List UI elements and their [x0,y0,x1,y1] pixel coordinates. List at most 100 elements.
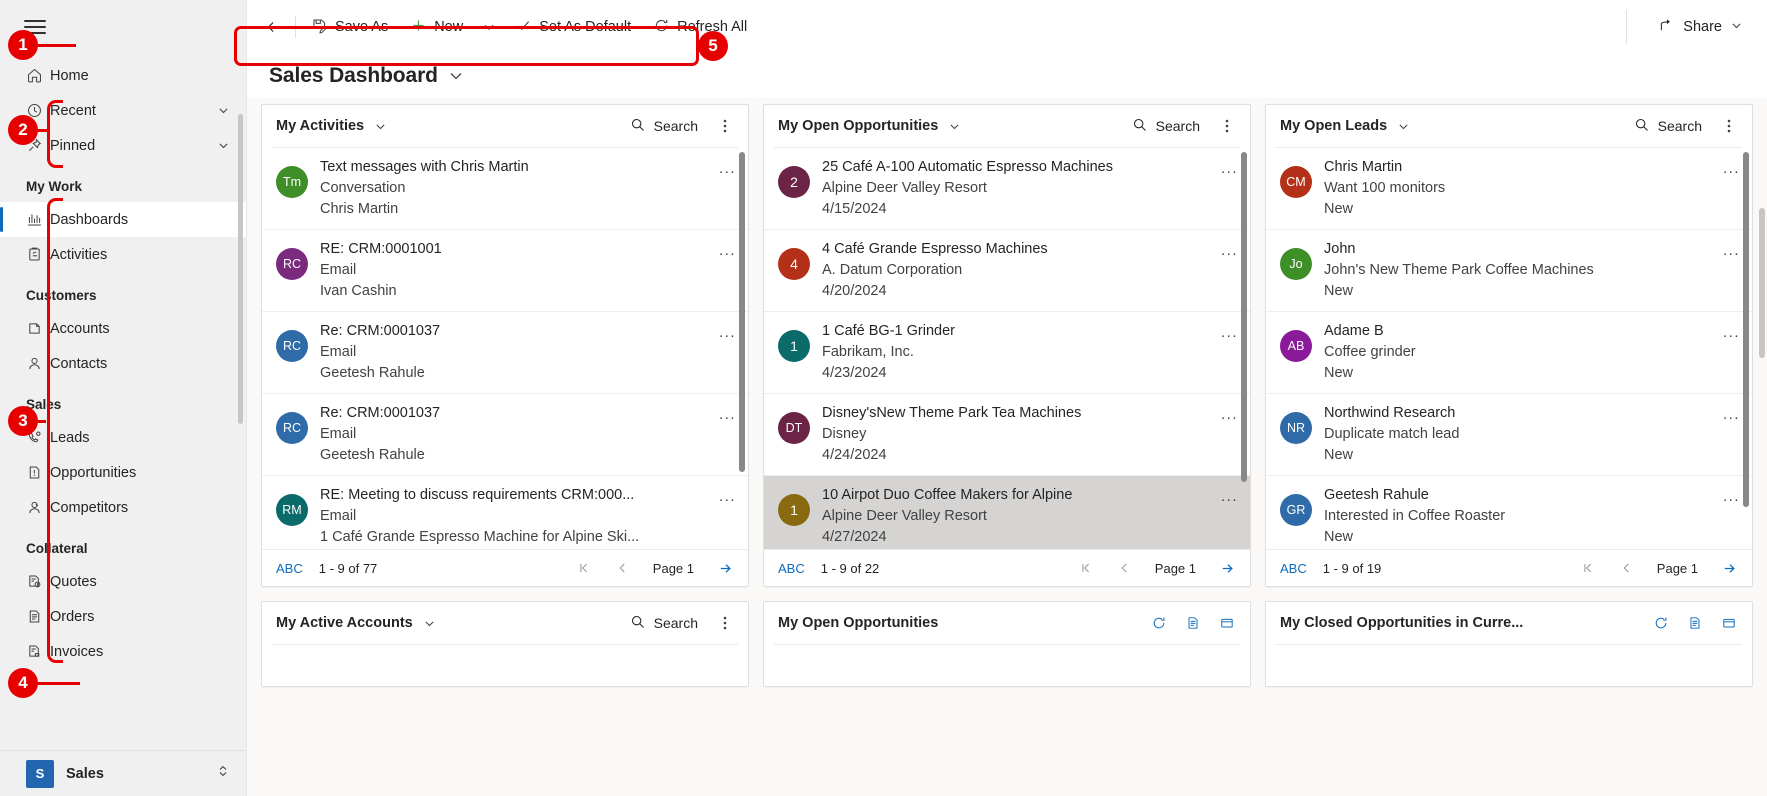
sidebar-item-leads[interactable]: Leads [0,420,246,455]
list-item[interactable]: CM Chris Martin Want 100 monitors New... [1266,148,1752,230]
view-records-icon[interactable] [1180,610,1206,636]
refresh-all-button[interactable]: Refresh All [642,10,758,44]
prev-page-icon[interactable] [1113,557,1135,579]
row-more-icon[interactable]: ... [1221,488,1238,505]
list-item[interactable]: RC Re: CRM:0001037 Email Geetesh Rahule... [262,394,748,476]
prev-page-icon[interactable] [1615,557,1637,579]
row-more-icon[interactable]: ... [719,406,736,423]
canvas-scrollbar[interactable] [1759,208,1765,358]
card-search-button[interactable]: Search [624,610,704,637]
row-more-icon[interactable]: ... [1221,406,1238,423]
expand-icon[interactable] [1716,610,1742,636]
more-vertical-icon[interactable] [712,610,738,636]
card-search-button[interactable]: Search [1126,113,1206,140]
card-title-chevron-down-icon[interactable] [1397,120,1410,133]
row-more-icon[interactable]: ... [719,160,736,177]
page-title-chevron-down-icon[interactable] [448,68,464,84]
save-as-button[interactable]: Save As [300,10,399,44]
row-more-icon[interactable]: ... [719,242,736,259]
list-item[interactable]: RM RE: Meeting to discuss requirements CR… [262,476,748,549]
sidebar-item-accounts[interactable]: Accounts [0,311,246,346]
sidebar-item-home[interactable]: Home [0,58,246,93]
sidebar-item-orders[interactable]: Orders [0,599,246,634]
row-more-icon[interactable]: ... [1723,406,1740,423]
list-scrollbar[interactable] [1241,151,1247,482]
list-item[interactable]: Jo John John's New Theme Park Coffee Machi… [1266,230,1752,312]
first-page-icon[interactable] [1075,557,1097,579]
first-page-icon[interactable] [573,557,595,579]
back-arrow-icon[interactable] [257,10,291,44]
chevron-down-icon[interactable] [214,139,232,152]
list-item[interactable]: RC Re: CRM:0001037 Email Geetesh Rahule... [262,312,748,394]
more-vertical-icon[interactable] [1214,113,1240,139]
sidebar-item-activities[interactable]: Activities [0,237,246,272]
list-item[interactable]: 1 10 Airpot Duo Coffee Makers for Alpine A… [764,475,1250,549]
list-item-line-2: Email [320,343,357,360]
card-title-chevron-down-icon[interactable] [948,120,961,133]
list-item[interactable]: AB Adame B Coffee grinder New... [1266,312,1752,394]
more-vertical-icon[interactable] [712,113,738,139]
chevron-down-icon[interactable] [214,104,232,117]
alpha-index-button[interactable]: ABC [1280,561,1307,576]
list-item[interactable]: 4 4 Café Grande Espresso Machines A. Datum… [764,230,1250,312]
row-more-icon[interactable]: ... [1221,324,1238,341]
row-more-icon[interactable]: ... [1221,160,1238,177]
sidebar-item-opportunities[interactable]: Opportunities [0,455,246,490]
row-more-icon[interactable]: ... [1221,242,1238,259]
card-my-activities: My Activities Search Tm Text messages wi… [261,104,749,587]
command-right-divider [1626,10,1627,44]
row-more-icon[interactable]: ... [1723,488,1740,505]
hamburger-menu-icon[interactable] [24,20,46,34]
card-title-chevron-down-icon[interactable] [423,617,436,630]
alpha-index-button[interactable]: ABC [276,561,303,576]
set-as-default-button[interactable]: Set As Default [504,10,642,44]
sidebar-item-dashboards[interactable]: Dashboards [0,202,246,237]
view-records-icon[interactable] [1682,610,1708,636]
sidebar-item-competitors[interactable]: Competitors [0,490,246,525]
share-button[interactable]: Share [1648,10,1753,44]
list-item[interactable]: GR Geetesh Rahule Interested in Coffee Roa… [1266,476,1752,549]
expand-icon[interactable] [1214,610,1240,636]
refresh-icon[interactable] [1648,610,1674,636]
list-scrollbar[interactable] [739,151,745,472]
list-item[interactable]: NR Northwind Research Duplicate match lead… [1266,394,1752,476]
share-chevron-down-icon[interactable] [1730,19,1743,36]
list-item[interactable]: RC RE: CRM:0001001 Email Ivan Cashin... [262,230,748,312]
new-chevron-down-icon[interactable] [474,10,504,44]
sidebar-item-pinned[interactable]: Pinned [0,128,246,163]
list-item[interactable]: 2 25 Café A-100 Automatic Espresso Machin… [764,148,1250,230]
card-title: My Closed Opportunities in Curre... [1280,615,1524,631]
row-more-icon[interactable]: ... [1723,160,1740,177]
updown-chevron-icon[interactable] [216,764,230,783]
list-item-line-1: RE: Meeting to discuss requirements CRM:… [320,486,635,503]
accounts-icon [26,320,50,337]
sidebar-scrollbar[interactable] [238,114,243,424]
alpha-index-button[interactable]: ABC [778,561,805,576]
first-page-icon[interactable] [1577,557,1599,579]
sidebar-item-quotes[interactable]: Quotes [0,564,246,599]
sidebar-item-invoices[interactable]: Invoices [0,634,246,669]
list-scrollbar[interactable] [1743,151,1749,507]
list-item[interactable]: 1 1 Café BG-1 Grinder Fabrikam, Inc. 4/23/2… [764,312,1250,394]
area-switcher[interactable]: S Sales [0,750,246,796]
card-title-chevron-down-icon[interactable] [374,120,387,133]
row-more-icon[interactable]: ... [1723,242,1740,259]
next-page-icon[interactable] [1718,557,1740,579]
sidebar-item-contacts[interactable]: Contacts [0,346,246,381]
list-item[interactable]: Tm Text messages with Chris Martin Convers… [262,148,748,230]
card-search-button[interactable]: Search [624,113,704,140]
new-button[interactable]: New [399,10,474,44]
sidebar-item-recent[interactable]: Recent [0,93,246,128]
list-item[interactable]: DT Disney'sNew Theme Park Tea Machines Dis… [764,394,1250,476]
row-more-icon[interactable]: ... [719,324,736,341]
row-more-icon[interactable]: ... [719,488,736,505]
more-vertical-icon[interactable] [1716,113,1742,139]
row-more-icon[interactable]: ... [1723,324,1740,341]
next-page-icon[interactable] [1216,557,1238,579]
next-page-icon[interactable] [714,557,736,579]
prev-page-icon[interactable] [611,557,633,579]
card-search-button[interactable]: Search [1628,113,1708,140]
list-item-body: Chris Martin Want 100 monitors New [1324,157,1742,220]
refresh-icon[interactable] [1146,610,1172,636]
list-item-line-1: Re: CRM:0001037 [320,404,441,421]
